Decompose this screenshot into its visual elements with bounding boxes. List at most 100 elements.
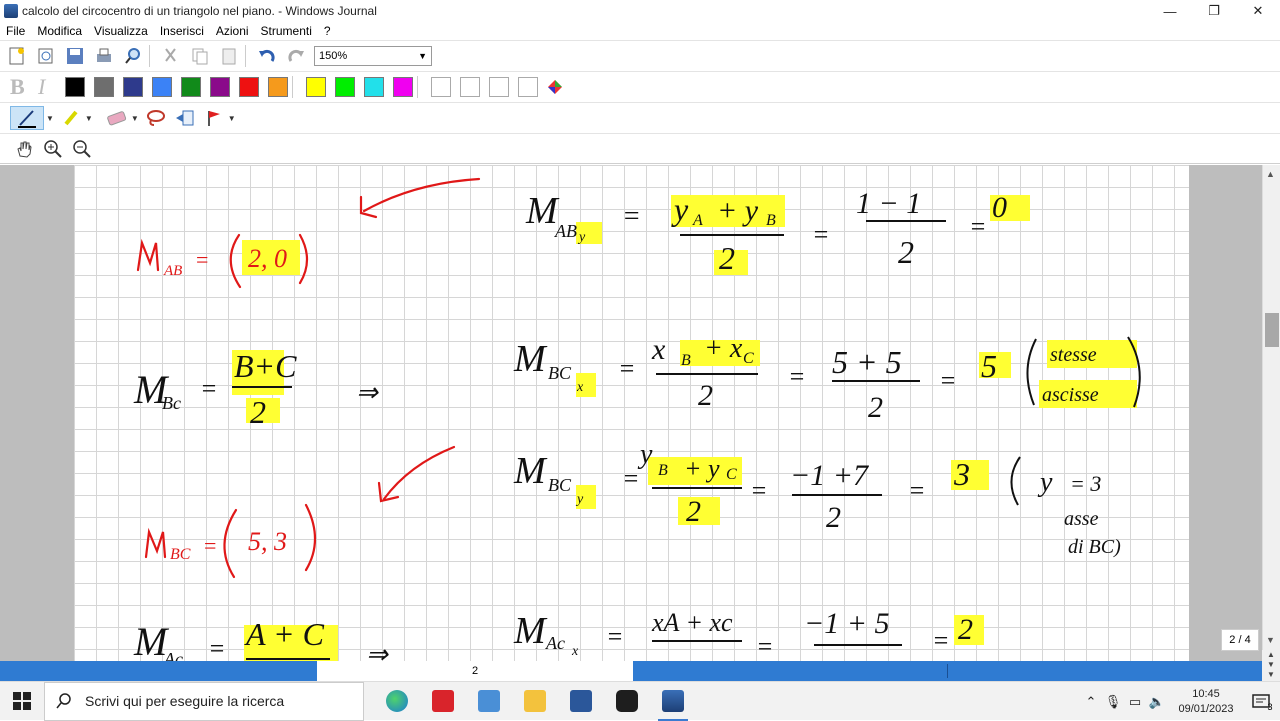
redo-icon[interactable] — [284, 44, 308, 68]
zoom-out-icon[interactable] — [70, 137, 94, 161]
clock-date: 09/01/2023 — [1178, 702, 1234, 715]
color-swatch-black[interactable] — [65, 77, 85, 97]
cut-icon[interactable] — [159, 44, 183, 68]
minimize-button[interactable]: — — [1148, 0, 1192, 22]
close-button[interactable]: ✕ — [1236, 0, 1280, 22]
svg-text:2: 2 — [698, 379, 713, 412]
color-swatch-empty-2[interactable] — [460, 77, 480, 97]
undo-icon[interactable] — [255, 44, 279, 68]
menu-inserisci[interactable]: Inserisci — [154, 24, 210, 38]
pen-dropdown-caret[interactable]: ▼ — [46, 114, 54, 123]
highlighter-icon[interactable] — [59, 106, 83, 130]
italic-button[interactable]: I — [38, 74, 56, 100]
color-swatch-blue[interactable] — [152, 77, 172, 97]
svg-text:di BC): di BC) — [1068, 536, 1121, 558]
print-icon[interactable] — [92, 44, 116, 68]
word-icon[interactable] — [558, 682, 604, 721]
lasso-select-icon[interactable] — [144, 106, 168, 130]
scroll-thumb[interactable] — [1265, 313, 1279, 347]
windows-journal-taskbar-icon[interactable] — [650, 682, 696, 721]
handwritten-ink: AB = 2, 0 BC = 5, 3 MAB y = y A + yB 2 = 1 … — [133, 177, 1141, 661]
zoom-in-icon[interactable] — [41, 137, 65, 161]
color-palette-icon[interactable] — [543, 75, 567, 99]
grid-note-page[interactable]: AB = 2, 0 BC = 5, 3 M AB y = y A + yB 2 = 1 … — [74, 165, 1189, 661]
window-title: calcolo del circocentro di un triangolo … — [22, 4, 377, 18]
highlighter-dropdown-caret[interactable]: ▼ — [85, 114, 93, 123]
svg-text:BC: BC — [170, 546, 191, 563]
restore-button[interactable]: ❐ — [1192, 0, 1236, 22]
color-swatch-magenta[interactable] — [393, 77, 413, 97]
scroll-down-icon[interactable]: ▼ — [1266, 635, 1275, 645]
eraser-icon[interactable] — [105, 106, 129, 130]
svg-text:5: 5 — [981, 348, 997, 384]
menu-visualizza[interactable]: Visualizza — [88, 24, 154, 38]
flag-dropdown-caret[interactable]: ▼ — [228, 114, 236, 123]
teams-icon[interactable] — [466, 682, 512, 721]
windows-start-icon[interactable] — [0, 682, 44, 721]
svg-text:y: y — [671, 191, 689, 227]
color-swatch-lime[interactable] — [335, 77, 355, 97]
color-swatch-purple[interactable] — [210, 77, 230, 97]
paste-icon[interactable] — [217, 44, 241, 68]
color-swatch-empty-4[interactable] — [518, 77, 538, 97]
svg-text:y: y — [575, 492, 584, 507]
color-swatch-red[interactable] — [239, 77, 259, 97]
flag-icon[interactable] — [202, 106, 226, 130]
chevron-up-icon[interactable]: ⌃ — [1080, 694, 1102, 710]
standard-toolbar: 150% ▼ — [0, 40, 1280, 71]
page-scroll-arrows[interactable]: ▲ ▼ ▼ — [1262, 650, 1280, 681]
color-swatch-green[interactable] — [181, 77, 201, 97]
menu-file[interactable]: File — [0, 24, 31, 38]
svg-text:AB: AB — [554, 221, 577, 241]
color-swatch-cyan[interactable] — [364, 77, 384, 97]
acrobat-icon[interactable] — [420, 682, 466, 721]
microphone-icon[interactable]: 🎙 — [1102, 694, 1124, 710]
scroll-up-icon[interactable]: ▲ — [1266, 169, 1275, 179]
color-swatch-gray[interactable] — [94, 77, 114, 97]
svg-text:3: 3 — [953, 456, 970, 492]
svg-text:5 + 5: 5 + 5 — [832, 344, 902, 380]
current-page-segment[interactable]: 2 — [317, 661, 633, 681]
file-explorer-icon[interactable] — [512, 682, 558, 721]
pen-tool-icon[interactable] — [10, 106, 44, 130]
copy-icon[interactable] — [188, 44, 212, 68]
color-swatch-orange[interactable] — [268, 77, 288, 97]
insert-space-icon[interactable] — [173, 106, 197, 130]
screen-recorder-icon[interactable] — [604, 682, 650, 721]
svg-text:Ac: Ac — [545, 633, 565, 653]
menu-strumenti[interactable]: Strumenti — [255, 24, 318, 38]
battery-icon[interactable]: ▭ — [1124, 694, 1146, 710]
edge-browser-icon[interactable] — [374, 682, 420, 721]
open-icon[interactable] — [34, 44, 58, 68]
journal-workspace[interactable]: AB = 2, 0 BC = 5, 3 M AB y = y A + yB 2 = 1 … — [0, 165, 1262, 661]
color-swatch-empty-1[interactable] — [431, 77, 451, 97]
color-swatch-empty-3[interactable] — [489, 77, 509, 97]
system-clock[interactable]: 10:45 09/01/2023 — [1168, 687, 1244, 717]
zoom-dropdown[interactable]: 150% ▼ — [314, 46, 432, 66]
toolbar-separator — [245, 45, 246, 67]
notification-center-icon[interactable]: 3 — [1244, 692, 1280, 712]
menu-bar: File Modifica Visualizza Inserisci Azion… — [0, 22, 1280, 40]
menu-help[interactable]: ? — [318, 24, 337, 38]
svg-text:=: = — [750, 476, 768, 505]
color-swatch-navy[interactable] — [123, 77, 143, 97]
color-swatch-yellow[interactable] — [306, 77, 326, 97]
svg-text:=: = — [208, 634, 226, 661]
find-icon[interactable] — [121, 44, 145, 68]
page-navigation-bar[interactable]: 2 — [0, 661, 1262, 681]
vertical-scrollbar[interactable]: ▲ ▼ — [1262, 165, 1280, 661]
svg-text:=: = — [606, 622, 624, 651]
svg-text:asse: asse — [1064, 508, 1099, 530]
menu-modifica[interactable]: Modifica — [31, 24, 88, 38]
new-note-icon[interactable] — [5, 44, 29, 68]
menu-azioni[interactable]: Azioni — [210, 24, 255, 38]
eraser-dropdown-caret[interactable]: ▼ — [131, 114, 139, 123]
pan-hand-icon[interactable] — [12, 137, 36, 161]
svg-text:M: M — [513, 338, 548, 380]
save-icon[interactable] — [63, 44, 87, 68]
taskbar-search-box[interactable]: Scrivi qui per eseguire la ricerca — [44, 681, 364, 721]
bold-button[interactable]: B — [10, 74, 28, 100]
page-indicator: 2 / 4 — [1221, 629, 1259, 651]
volume-icon[interactable]: 🔈 — [1146, 694, 1168, 710]
svg-text:1 − 1: 1 − 1 — [856, 187, 921, 220]
